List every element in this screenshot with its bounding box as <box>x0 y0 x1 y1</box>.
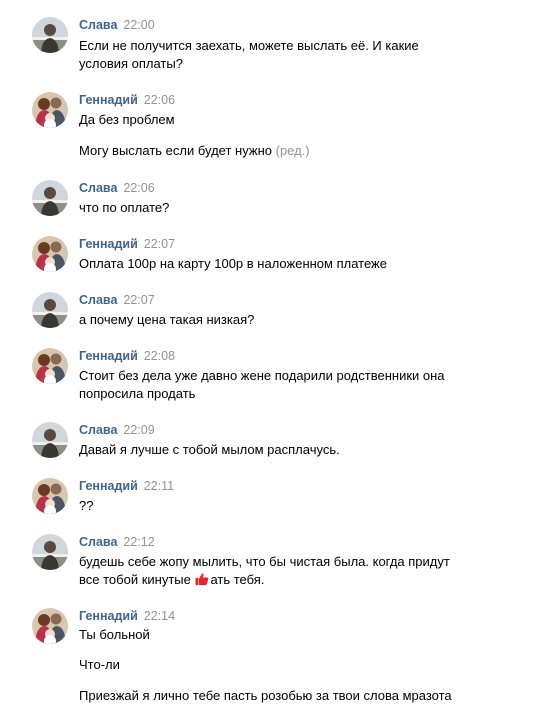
message-author[interactable]: Слава <box>79 423 117 437</box>
slava-avatar-icon[interactable] <box>32 17 68 53</box>
message-text: будешь себе жопу мылить, что бы чистая б… <box>79 554 450 569</box>
message-time[interactable]: 22:11 <box>144 479 174 493</box>
message-author[interactable]: Слава <box>79 18 117 32</box>
message-time[interactable]: 22:00 <box>123 18 154 32</box>
message-author[interactable]: Геннадий <box>79 349 138 363</box>
message-text: что по оплате? <box>79 200 170 215</box>
slava-avatar-icon[interactable] <box>32 292 68 328</box>
gennadiy-avatar-icon[interactable] <box>32 236 68 272</box>
message-text: Ты больной <box>79 627 150 642</box>
message-author[interactable]: Геннадий <box>79 93 138 107</box>
slava-avatar-icon[interactable] <box>32 534 68 570</box>
message-text: Стоит без дела уже давно жене подарили р… <box>79 368 445 383</box>
message-time[interactable]: 22:14 <box>144 609 175 623</box>
message-time[interactable]: 22:06 <box>123 181 154 195</box>
chat-history: Слава 22:00 Если не получится заехать, мо… <box>0 0 540 710</box>
message-text: Если не получится заехать, можете выслат… <box>79 38 419 53</box>
message-text-body: Могу выслать если будет нужно <box>79 143 272 158</box>
message-time[interactable]: 22:07 <box>144 237 175 251</box>
message-time[interactable]: 22:07 <box>123 293 154 307</box>
message-text: Давай я лучше с тобой мылом расплачусь. <box>79 442 340 457</box>
message-author[interactable]: Слава <box>79 181 117 195</box>
message-text: Оплата 100р на карту 100р в наложенном п… <box>79 256 387 271</box>
message-text: Да без проблем <box>79 112 175 127</box>
thumbs-up-emoji-icon <box>195 572 209 586</box>
message-time[interactable]: 22:09 <box>123 423 154 437</box>
gennadiy-avatar-icon[interactable] <box>32 348 68 384</box>
gennadiy-avatar-icon[interactable] <box>32 608 68 644</box>
message-text: ?? <box>79 498 94 513</box>
message-author[interactable]: Слава <box>79 535 117 549</box>
message-author[interactable]: Геннадий <box>79 609 138 623</box>
slava-avatar-icon[interactable] <box>32 180 68 216</box>
message-author[interactable]: Слава <box>79 293 117 307</box>
message-text: условия оплаты? <box>79 56 183 71</box>
gennadiy-avatar-icon[interactable] <box>32 92 68 128</box>
message-text-part: все тобой кинутые <box>79 572 195 587</box>
message-time[interactable]: 22:12 <box>123 535 154 549</box>
message-time[interactable]: 22:06 <box>144 93 175 107</box>
message-author[interactable]: Геннадий <box>79 237 138 251</box>
edited-marker[interactable]: (ред.) <box>276 143 310 158</box>
message-time[interactable]: 22:08 <box>144 349 175 363</box>
message-text: Что-ли <box>79 657 120 672</box>
message-text: попросила продать <box>79 386 196 401</box>
message-text: все тобой кинутые ать тебя. <box>79 571 264 589</box>
message-author[interactable]: Геннадий <box>79 479 138 493</box>
message-text: а почему цена такая низкая? <box>79 312 255 327</box>
message-text: Могу выслать если будет нужно (ред.) <box>79 142 310 160</box>
message-text: Приезжай я лично тебе пасть розобью за т… <box>79 688 452 703</box>
gennadiy-avatar-icon[interactable] <box>32 478 68 514</box>
message-text-part: ать тебя. <box>210 572 265 587</box>
slava-avatar-icon[interactable] <box>32 422 68 458</box>
